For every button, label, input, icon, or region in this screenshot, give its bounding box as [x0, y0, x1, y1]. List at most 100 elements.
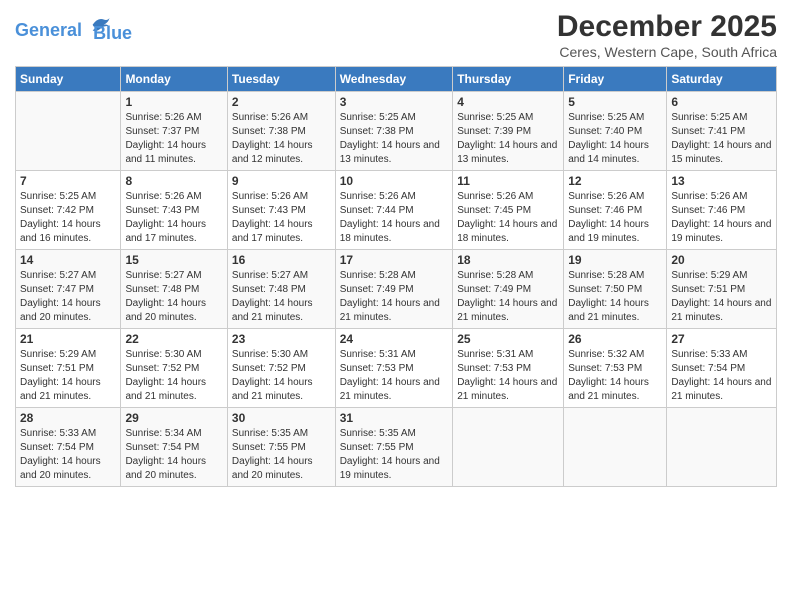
day-cell: 11 Sunrise: 5:26 AMSunset: 7:45 PMDaylig…: [453, 171, 564, 250]
logo-line1: General: [15, 20, 82, 40]
day-number: 15: [125, 253, 222, 267]
week-row-2: 7 Sunrise: 5:25 AMSunset: 7:42 PMDayligh…: [16, 171, 777, 250]
day-number: 9: [232, 174, 331, 188]
day-cell: 6 Sunrise: 5:25 AMSunset: 7:41 PMDayligh…: [667, 92, 777, 171]
day-cell: 18 Sunrise: 5:28 AMSunset: 7:49 PMDaylig…: [453, 250, 564, 329]
day-cell: 22 Sunrise: 5:30 AMSunset: 7:52 PMDaylig…: [121, 329, 227, 408]
header-cell-monday: Monday: [121, 67, 227, 92]
day-info: Sunrise: 5:25 AMSunset: 7:39 PMDaylight:…: [457, 111, 559, 167]
day-cell: [564, 408, 667, 487]
day-number: 16: [232, 253, 331, 267]
day-number: 20: [671, 253, 772, 267]
day-number: 14: [20, 253, 116, 267]
day-cell: 7 Sunrise: 5:25 AMSunset: 7:42 PMDayligh…: [16, 171, 121, 250]
day-cell: 5 Sunrise: 5:25 AMSunset: 7:40 PMDayligh…: [564, 92, 667, 171]
day-number: 6: [671, 95, 772, 109]
day-cell: 2 Sunrise: 5:26 AMSunset: 7:38 PMDayligh…: [227, 92, 335, 171]
week-row-5: 28 Sunrise: 5:33 AMSunset: 7:54 PMDaylig…: [16, 408, 777, 487]
header-cell-wednesday: Wednesday: [335, 67, 453, 92]
day-cell: 9 Sunrise: 5:26 AMSunset: 7:43 PMDayligh…: [227, 171, 335, 250]
day-number: 3: [340, 95, 449, 109]
day-info: Sunrise: 5:25 AMSunset: 7:40 PMDaylight:…: [568, 111, 662, 167]
week-row-3: 14 Sunrise: 5:27 AMSunset: 7:47 PMDaylig…: [16, 250, 777, 329]
day-cell: 16 Sunrise: 5:27 AMSunset: 7:48 PMDaylig…: [227, 250, 335, 329]
day-info: Sunrise: 5:33 AMSunset: 7:54 PMDaylight:…: [20, 427, 116, 483]
header-row: SundayMondayTuesdayWednesdayThursdayFrid…: [16, 67, 777, 92]
header-cell-sunday: Sunday: [16, 67, 121, 92]
day-cell: 15 Sunrise: 5:27 AMSunset: 7:48 PMDaylig…: [121, 250, 227, 329]
day-number: 22: [125, 332, 222, 346]
day-info: Sunrise: 5:33 AMSunset: 7:54 PMDaylight:…: [671, 348, 772, 404]
day-info: Sunrise: 5:30 AMSunset: 7:52 PMDaylight:…: [232, 348, 331, 404]
day-cell: 14 Sunrise: 5:27 AMSunset: 7:47 PMDaylig…: [16, 250, 121, 329]
day-cell: 20 Sunrise: 5:29 AMSunset: 7:51 PMDaylig…: [667, 250, 777, 329]
header: General Blue December 2025 Ceres, Wester…: [15, 10, 777, 60]
day-info: Sunrise: 5:30 AMSunset: 7:52 PMDaylight:…: [125, 348, 222, 404]
day-info: Sunrise: 5:35 AMSunset: 7:55 PMDaylight:…: [232, 427, 331, 483]
header-cell-friday: Friday: [564, 67, 667, 92]
day-number: 4: [457, 95, 559, 109]
header-cell-saturday: Saturday: [667, 67, 777, 92]
day-info: Sunrise: 5:26 AMSunset: 7:38 PMDaylight:…: [232, 111, 331, 167]
day-info: Sunrise: 5:28 AMSunset: 7:49 PMDaylight:…: [457, 269, 559, 325]
day-number: 27: [671, 332, 772, 346]
day-cell: 25 Sunrise: 5:31 AMSunset: 7:53 PMDaylig…: [453, 329, 564, 408]
day-number: 25: [457, 332, 559, 346]
day-cell: 24 Sunrise: 5:31 AMSunset: 7:53 PMDaylig…: [335, 329, 453, 408]
day-number: 1: [125, 95, 222, 109]
sub-title: Ceres, Western Cape, South Africa: [557, 44, 777, 60]
day-number: 24: [340, 332, 449, 346]
day-info: Sunrise: 5:27 AMSunset: 7:48 PMDaylight:…: [125, 269, 222, 325]
day-info: Sunrise: 5:31 AMSunset: 7:53 PMDaylight:…: [457, 348, 559, 404]
calendar-table: SundayMondayTuesdayWednesdayThursdayFrid…: [15, 66, 777, 487]
header-cell-thursday: Thursday: [453, 67, 564, 92]
main-title: December 2025: [557, 10, 777, 44]
day-number: 28: [20, 411, 116, 425]
day-cell: 21 Sunrise: 5:29 AMSunset: 7:51 PMDaylig…: [16, 329, 121, 408]
day-cell: 19 Sunrise: 5:28 AMSunset: 7:50 PMDaylig…: [564, 250, 667, 329]
day-cell: 28 Sunrise: 5:33 AMSunset: 7:54 PMDaylig…: [16, 408, 121, 487]
day-info: Sunrise: 5:31 AMSunset: 7:53 PMDaylight:…: [340, 348, 449, 404]
day-number: 23: [232, 332, 331, 346]
day-cell: 26 Sunrise: 5:32 AMSunset: 7:53 PMDaylig…: [564, 329, 667, 408]
day-number: 21: [20, 332, 116, 346]
day-number: 12: [568, 174, 662, 188]
day-cell: [453, 408, 564, 487]
day-info: Sunrise: 5:27 AMSunset: 7:47 PMDaylight:…: [20, 269, 116, 325]
week-row-4: 21 Sunrise: 5:29 AMSunset: 7:51 PMDaylig…: [16, 329, 777, 408]
day-number: 29: [125, 411, 222, 425]
day-cell: 31 Sunrise: 5:35 AMSunset: 7:55 PMDaylig…: [335, 408, 453, 487]
day-number: 18: [457, 253, 559, 267]
day-cell: 17 Sunrise: 5:28 AMSunset: 7:49 PMDaylig…: [335, 250, 453, 329]
day-info: Sunrise: 5:25 AMSunset: 7:41 PMDaylight:…: [671, 111, 772, 167]
day-number: 26: [568, 332, 662, 346]
day-cell: [667, 408, 777, 487]
day-cell: 13 Sunrise: 5:26 AMSunset: 7:46 PMDaylig…: [667, 171, 777, 250]
logo-line2: Blue: [93, 24, 132, 44]
day-info: Sunrise: 5:25 AMSunset: 7:38 PMDaylight:…: [340, 111, 449, 167]
day-cell: 27 Sunrise: 5:33 AMSunset: 7:54 PMDaylig…: [667, 329, 777, 408]
day-number: 17: [340, 253, 449, 267]
day-number: 8: [125, 174, 222, 188]
day-info: Sunrise: 5:28 AMSunset: 7:49 PMDaylight:…: [340, 269, 449, 325]
header-cell-tuesday: Tuesday: [227, 67, 335, 92]
day-info: Sunrise: 5:29 AMSunset: 7:51 PMDaylight:…: [20, 348, 116, 404]
day-info: Sunrise: 5:29 AMSunset: 7:51 PMDaylight:…: [671, 269, 772, 325]
day-number: 30: [232, 411, 331, 425]
day-cell: [16, 92, 121, 171]
day-number: 10: [340, 174, 449, 188]
day-info: Sunrise: 5:28 AMSunset: 7:50 PMDaylight:…: [568, 269, 662, 325]
logo: General Blue: [15, 10, 132, 44]
day-cell: 10 Sunrise: 5:26 AMSunset: 7:44 PMDaylig…: [335, 171, 453, 250]
day-cell: 8 Sunrise: 5:26 AMSunset: 7:43 PMDayligh…: [121, 171, 227, 250]
day-info: Sunrise: 5:26 AMSunset: 7:46 PMDaylight:…: [568, 190, 662, 246]
day-cell: 29 Sunrise: 5:34 AMSunset: 7:54 PMDaylig…: [121, 408, 227, 487]
week-row-1: 1 Sunrise: 5:26 AMSunset: 7:37 PMDayligh…: [16, 92, 777, 171]
day-info: Sunrise: 5:27 AMSunset: 7:48 PMDaylight:…: [232, 269, 331, 325]
day-number: 5: [568, 95, 662, 109]
day-info: Sunrise: 5:35 AMSunset: 7:55 PMDaylight:…: [340, 427, 449, 483]
title-area: December 2025 Ceres, Western Cape, South…: [557, 10, 777, 60]
day-info: Sunrise: 5:26 AMSunset: 7:45 PMDaylight:…: [457, 190, 559, 246]
day-info: Sunrise: 5:25 AMSunset: 7:42 PMDaylight:…: [20, 190, 116, 246]
day-number: 19: [568, 253, 662, 267]
